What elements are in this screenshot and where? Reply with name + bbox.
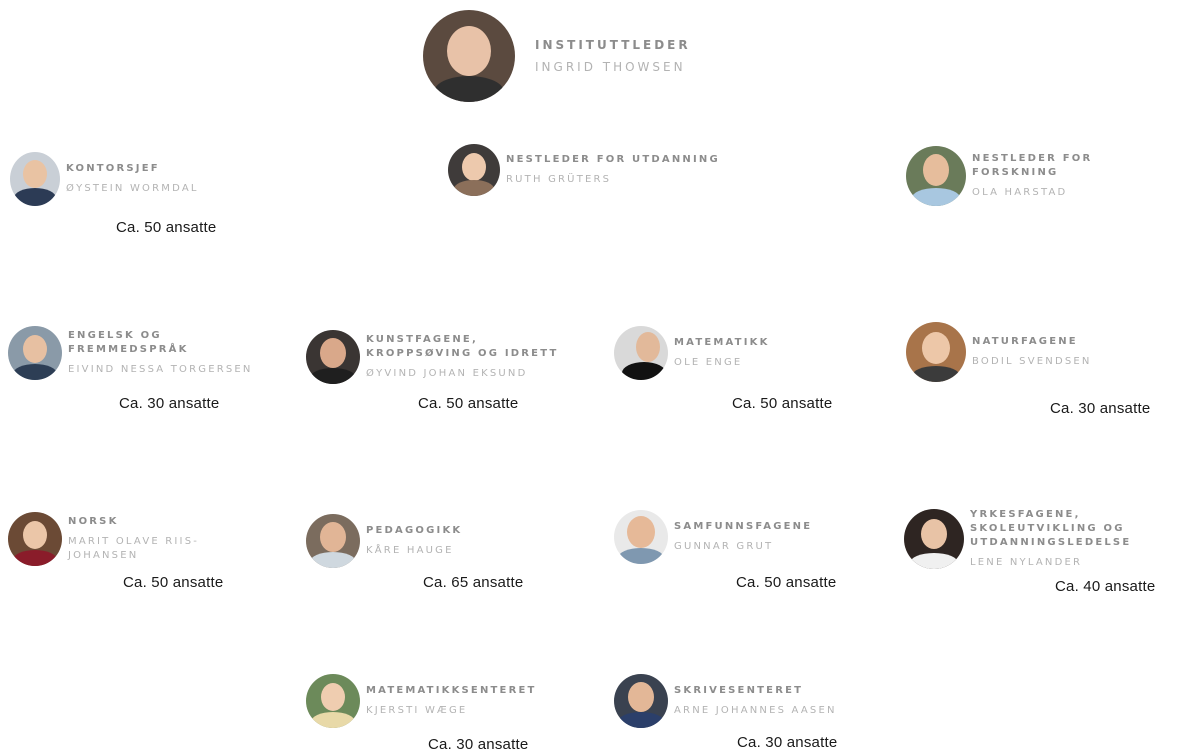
- staff-count: Ca. 50 ansatte: [123, 574, 224, 591]
- leader-name: OLA HARSTAD: [972, 187, 1068, 198]
- leader-name: RUTH GRÜTERS: [506, 174, 612, 185]
- person-photo-icon: [614, 510, 668, 564]
- unit-card: YRKESFAGENE, SKOLEUTVIKLING OG UTDANNING…: [904, 508, 1131, 570]
- unit-role: NATURFAGENE: [972, 336, 1078, 347]
- unit-role: SKRIVESENTERET: [674, 685, 804, 696]
- staff-count: Ca. 30 ansatte: [737, 734, 838, 751]
- org-chart: INSTITUTTLEDER INGRID THOWSEN KONTORSJEF…: [0, 0, 1189, 756]
- head-role: INSTITUTTLEDER: [535, 38, 691, 52]
- person-photo-icon: [8, 326, 62, 380]
- person-photo-icon: [306, 330, 360, 384]
- person-photo-icon: [906, 146, 966, 206]
- person-photo-icon: [306, 674, 360, 728]
- person-photo-icon: [423, 10, 515, 102]
- unit-card: PEDAGOGIKK KÅRE HAUGE: [306, 514, 462, 568]
- person-photo-icon: [904, 509, 964, 569]
- leader-name: ØYSTEIN WORMDAL: [66, 183, 199, 194]
- unit-card: KUNSTFAGENE, KROPPSØVING OG IDRETT ØYVIN…: [306, 330, 558, 384]
- unit-head-name: GUNNAR GRUT: [674, 541, 774, 552]
- unit-card: NATURFAGENE BODIL SVENDSEN: [906, 322, 1092, 382]
- unit-role: SAMFUNNSFAGENE: [674, 521, 813, 532]
- leader-card: NESTLEDER FOR FORSKNING OLA HARSTAD: [906, 146, 1092, 206]
- person-photo-icon: [10, 152, 60, 206]
- staff-count: Ca. 65 ansatte: [423, 574, 524, 591]
- unit-role: KUNSTFAGENE, KROPPSØVING OG IDRETT: [366, 334, 559, 359]
- unit-head-name: MARIT OLAVE RIIS- JOHANSEN: [68, 536, 200, 561]
- unit-head-name: KJERSTI WÆGE: [366, 705, 468, 716]
- unit-role: PEDAGOGIKK: [366, 525, 463, 536]
- unit-head-name: OLE ENGE: [674, 357, 743, 368]
- unit-head-name: ØYVIND JOHAN EKSUND: [366, 368, 528, 379]
- staff-count: Ca. 50 ansatte: [418, 395, 519, 412]
- unit-head-name: EIVIND NESSA TORGERSEN: [68, 364, 253, 375]
- leader-card: KONTORSJEF ØYSTEIN WORMDAL: [10, 152, 199, 206]
- head-card: INSTITUTTLEDER INGRID THOWSEN: [423, 10, 691, 102]
- person-photo-icon: [906, 322, 966, 382]
- unit-card: ENGELSK OG FREMMEDSPRÅK EIVIND NESSA TOR…: [8, 326, 253, 380]
- staff-count: Ca. 30 ansatte: [119, 395, 220, 412]
- leader-card: NESTLEDER FOR UTDANNING RUTH GRÜTERS: [448, 144, 720, 196]
- unit-card: NORSK MARIT OLAVE RIIS- JOHANSEN: [8, 512, 199, 566]
- leader-role: NESTLEDER FOR UTDANNING: [506, 154, 720, 165]
- head-name: INGRID THOWSEN: [535, 60, 686, 74]
- unit-head-name: KÅRE HAUGE: [366, 545, 454, 556]
- leader-role: NESTLEDER FOR FORSKNING: [972, 153, 1093, 178]
- person-photo-icon: [306, 514, 360, 568]
- staff-count: Ca. 30 ansatte: [1050, 400, 1151, 417]
- leader-role: KONTORSJEF: [66, 163, 160, 174]
- unit-card: MATEMATIKK OLE ENGE: [614, 326, 770, 380]
- unit-head-name: ARNE JOHANNES AASEN: [674, 705, 837, 716]
- unit-role: ENGELSK OG FREMMEDSPRÅK: [68, 330, 189, 355]
- person-photo-icon: [614, 674, 668, 728]
- unit-role: MATEMATIKKSENTERET: [366, 685, 537, 696]
- staff-count: Ca. 30 ansatte: [428, 736, 529, 753]
- unit-role: NORSK: [68, 516, 119, 527]
- staff-count: Ca. 40 ansatte: [1055, 578, 1156, 595]
- unit-card: SAMFUNNSFAGENE GUNNAR GRUT: [614, 510, 812, 564]
- unit-role: MATEMATIKK: [674, 337, 770, 348]
- staff-count: Ca. 50 ansatte: [732, 395, 833, 412]
- person-photo-icon: [614, 326, 668, 380]
- person-photo-icon: [8, 512, 62, 566]
- unit-role: YRKESFAGENE, SKOLEUTVIKLING OG UTDANNING…: [970, 509, 1132, 548]
- staff-count: Ca. 50 ansatte: [736, 574, 837, 591]
- staff-count: Ca. 50 ansatte: [116, 219, 217, 236]
- unit-head-name: BODIL SVENDSEN: [972, 356, 1092, 367]
- unit-card: MATEMATIKKSENTERET KJERSTI WÆGE: [306, 674, 537, 728]
- unit-head-name: LENE NYLANDER: [970, 557, 1083, 568]
- person-photo-icon: [448, 144, 500, 196]
- unit-card: SKRIVESENTERET ARNE JOHANNES AASEN: [614, 674, 837, 728]
